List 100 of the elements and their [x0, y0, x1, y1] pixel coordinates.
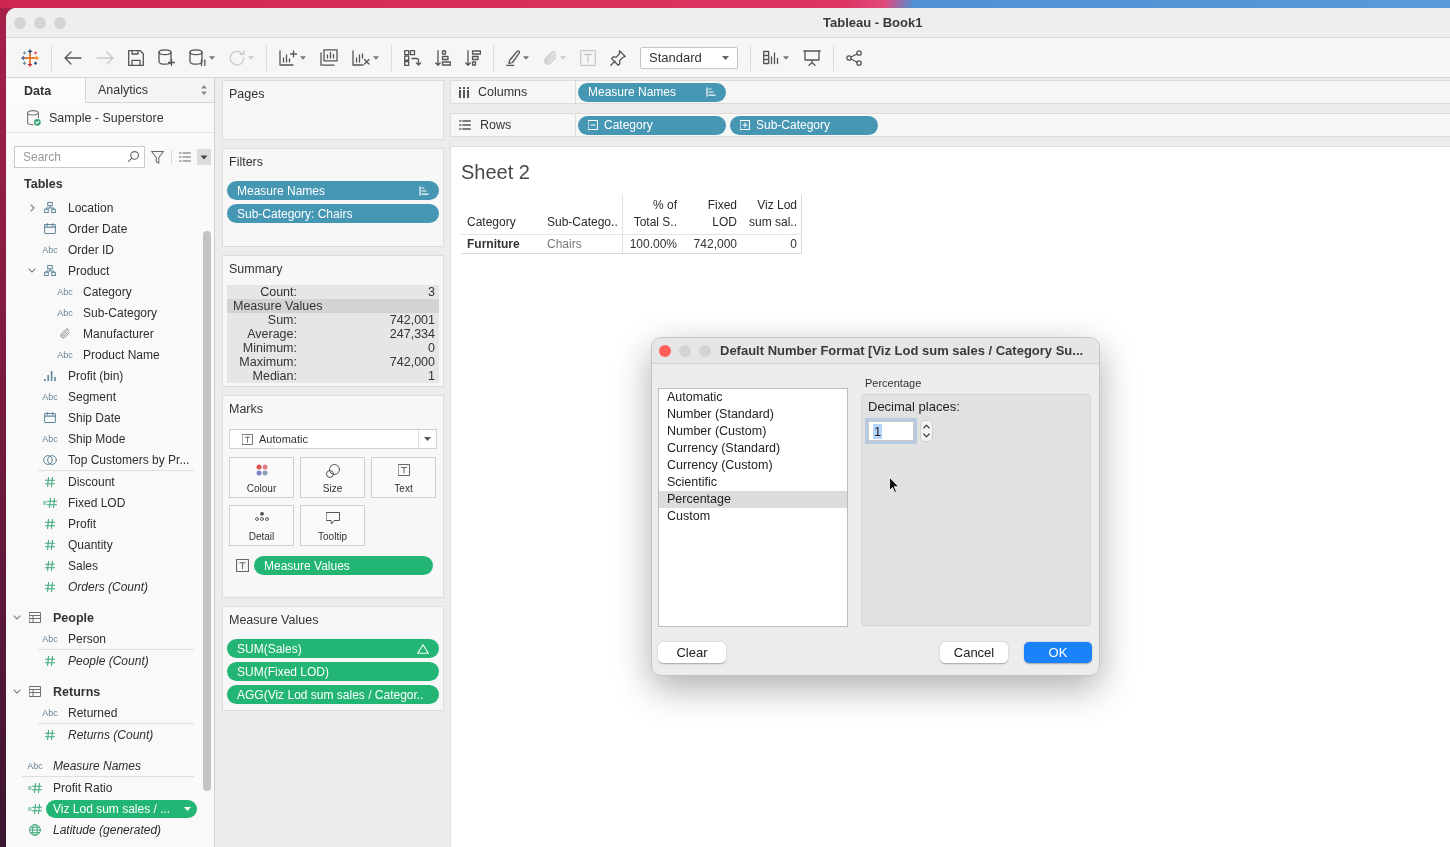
toolbar-button[interactable]	[189, 49, 215, 66]
field-label[interactable]: People (Count)	[68, 653, 149, 668]
toolbar-button[interactable]	[128, 49, 144, 66]
format-option[interactable]: Scientific	[659, 474, 847, 491]
toolbar-button[interactable]	[320, 49, 338, 66]
search-field[interactable]: Search	[14, 146, 145, 168]
mark-property-button[interactable]: Detail	[229, 505, 294, 546]
summary-label: Minimum:	[241, 341, 297, 355]
arrow-right-icon	[96, 50, 114, 65]
field-label: Decimal places:	[868, 399, 960, 414]
save-icon	[128, 49, 144, 66]
fit-dropdown[interactable]: Standard	[640, 46, 738, 69]
mark-type-dropdown[interactable]: Automatic	[229, 429, 437, 449]
field-label[interactable]: Person	[68, 631, 107, 646]
pane-tab[interactable]: Data	[6, 78, 85, 103]
format-option[interactable]: Automatic	[659, 389, 847, 406]
caret-icon[interactable]	[197, 149, 211, 165]
toolbar-button[interactable]	[158, 49, 175, 66]
ok-button[interactable]: OK	[1024, 642, 1092, 663]
string-type-icon: Abc	[57, 349, 73, 360]
format-option[interactable]: Currency (Standard)	[659, 440, 847, 457]
toolbar-button[interactable]	[610, 49, 626, 66]
field-label[interactable]: Ship Mode	[68, 431, 126, 446]
sheet-title: Sheet 2	[461, 160, 530, 184]
globe-icon	[29, 823, 41, 836]
decimal-places-field[interactable]: 1	[868, 421, 914, 441]
field-label[interactable]: Sales	[68, 558, 99, 573]
cancel-button[interactable]: Cancel	[940, 642, 1008, 663]
column-header: Category	[461, 195, 541, 235]
field-label[interactable]: Manufacturer	[83, 326, 154, 341]
field-label[interactable]: Segment	[68, 389, 117, 404]
field-label[interactable]: Product Name	[83, 347, 160, 362]
field-label[interactable]: Measure Names	[53, 758, 142, 773]
field-label[interactable]: Latitude (generated)	[53, 822, 162, 837]
toolbar-button[interactable]	[763, 50, 789, 65]
field-label[interactable]: Profit (bin)	[68, 368, 124, 383]
field-label[interactable]: Top Customers by Pr...	[68, 452, 190, 467]
toolbar-button[interactable]	[279, 49, 306, 66]
table-name[interactable]: Returns	[53, 684, 101, 699]
format-option[interactable]: Currency (Custom)	[659, 457, 847, 474]
toolbar-button[interactable]	[64, 50, 82, 65]
hierarchy-icon	[44, 202, 56, 213]
chevron-down-icon[interactable]	[28, 268, 36, 273]
field-label[interactable]: Orders (Count)	[68, 579, 149, 594]
refresh-icon	[229, 49, 245, 66]
field-label[interactable]: Order Date	[68, 221, 128, 236]
field-label[interactable]: Profit Ratio	[53, 780, 113, 795]
pane-tab[interactable]: Analytics	[85, 78, 201, 102]
caret-icon	[523, 55, 529, 60]
field-label[interactable]: Fixed LOD	[68, 495, 126, 510]
field-label[interactable]: Discount	[68, 474, 115, 489]
sort-bars-icon	[419, 185, 429, 196]
hash-icon	[45, 581, 55, 592]
field-label[interactable]: Quantity	[68, 537, 113, 552]
window-title: Tableau - Book1	[823, 15, 923, 30]
mark-property-button[interactable]: Colour	[229, 457, 294, 498]
field-label[interactable]: Product	[68, 263, 110, 278]
hash-icon	[45, 560, 55, 571]
field-label[interactable]: Returned	[68, 705, 118, 720]
toolbar-button[interactable]	[846, 49, 862, 66]
vertical-bars-icon	[459, 86, 469, 98]
field-label[interactable]: Ship Date	[68, 410, 121, 425]
table-name[interactable]: People	[53, 610, 94, 625]
scrollbar[interactable]	[203, 231, 211, 791]
field-label[interactable]: Sub-Category	[83, 305, 158, 320]
toolbar-button[interactable]	[435, 49, 451, 66]
calendar-icon	[44, 412, 56, 423]
chevron-down-icon[interactable]	[13, 689, 21, 694]
field-label[interactable]: Returns (Count)	[68, 727, 154, 742]
format-option[interactable]: Number (Custom)	[659, 423, 847, 440]
hash-icon	[45, 476, 55, 487]
clear-button[interactable]: Clear	[658, 642, 726, 663]
format-option[interactable]: Number (Standard)	[659, 406, 847, 423]
field-label[interactable]: Location	[68, 200, 114, 215]
up-down-arrows-icon[interactable]	[201, 85, 207, 95]
toolbar-button[interactable]	[21, 48, 39, 67]
stepper-icon[interactable]	[920, 420, 933, 442]
chart-grid-icon	[763, 50, 780, 65]
chevron-right-icon[interactable]	[29, 203, 35, 212]
format-option[interactable]: Custom	[659, 508, 847, 525]
chevron-down-icon[interactable]	[13, 615, 21, 620]
mark-property-button[interactable]: Tooltip	[300, 505, 365, 546]
format-option[interactable]: Percentage	[659, 491, 847, 508]
filter-icon[interactable]	[151, 150, 164, 164]
toolbar-button[interactable]	[803, 49, 821, 66]
datasource-name[interactable]: Sample - Superstore	[49, 110, 164, 125]
field-label[interactable]: Profit	[68, 516, 96, 531]
mark-property-button[interactable]: Text	[371, 457, 436, 498]
minus-box-icon	[588, 120, 598, 130]
toolbar-button[interactable]	[352, 49, 379, 66]
toolbar-button[interactable]	[465, 49, 481, 66]
chart-plus-icon	[279, 49, 297, 66]
table-cell: 100.00%	[622, 235, 681, 253]
mark-property-button[interactable]: Size	[300, 457, 365, 498]
chart-x-icon	[352, 49, 370, 66]
toolbar-button[interactable]	[506, 49, 529, 66]
summary-label: Average:	[246, 327, 297, 341]
summary-value: 247,334	[388, 327, 436, 341]
toolbar-button[interactable]	[404, 49, 421, 66]
dots-icon	[254, 512, 269, 521]
